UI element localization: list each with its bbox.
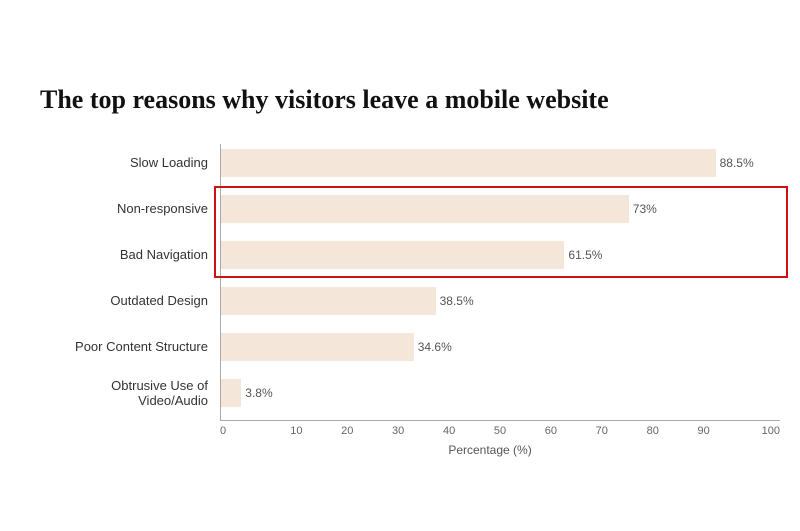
x-tick: 70 xyxy=(576,425,627,437)
bar-fill xyxy=(220,379,241,407)
x-tick: 30 xyxy=(373,425,424,437)
bar-label: Bad Navigation xyxy=(40,247,220,262)
bar-fill xyxy=(220,241,564,269)
bar-value: 73% xyxy=(633,202,657,216)
bar-value: 88.5% xyxy=(720,156,754,170)
bar-row: Bad Navigation 61.5% xyxy=(40,236,760,274)
x-tick: 0 xyxy=(220,425,271,437)
bar-track: 3.8% xyxy=(220,379,760,407)
bar-value: 61.5% xyxy=(568,248,602,262)
x-axis-labels: 0102030405060708090100 xyxy=(220,425,780,437)
bar-row: Slow Loading 88.5% xyxy=(40,144,760,182)
x-tick: 10 xyxy=(271,425,322,437)
bar-fill xyxy=(220,149,716,177)
x-tick: 90 xyxy=(678,425,729,437)
x-tick: 80 xyxy=(627,425,678,437)
x-tick: 50 xyxy=(475,425,526,437)
bar-value: 3.8% xyxy=(245,386,272,400)
bars-wrapper: Slow Loading 88.5% Non-responsive 73% Bad Na… xyxy=(40,144,760,412)
bar-row: Poor Content Structure 34.6% xyxy=(40,328,760,366)
x-tick: 20 xyxy=(322,425,373,437)
x-tick: 60 xyxy=(525,425,576,437)
bar-track: 38.5% xyxy=(220,287,760,315)
bar-label: Slow Loading xyxy=(40,155,220,170)
bar-fill xyxy=(220,333,414,361)
bar-label: Non-responsive xyxy=(40,201,220,216)
bar-track: 61.5% xyxy=(220,241,760,269)
x-tick: 100 xyxy=(729,425,780,437)
x-axis-title: Percentage (%) xyxy=(220,443,760,457)
chart-body: Slow Loading 88.5% Non-responsive 73% Bad Na… xyxy=(40,144,760,457)
y-axis-line xyxy=(220,144,221,420)
bar-label: Outdated Design xyxy=(40,293,220,308)
bar-fill xyxy=(220,195,629,223)
chart-container: The top reasons why visitors leave a mob… xyxy=(20,54,780,476)
bar-track: 73% xyxy=(220,195,760,223)
x-tick: 40 xyxy=(424,425,475,437)
bar-row: Obtrusive Use of Video/Audio 3.8% xyxy=(40,374,760,412)
bar-track: 34.6% xyxy=(220,333,760,361)
bar-row: Outdated Design 38.5% xyxy=(40,282,760,320)
bar-value: 38.5% xyxy=(440,294,474,308)
bar-fill xyxy=(220,287,436,315)
bar-row: Non-responsive 73% xyxy=(40,190,760,228)
bar-track: 88.5% xyxy=(220,149,760,177)
bar-label: Poor Content Structure xyxy=(40,339,220,354)
chart-title: The top reasons why visitors leave a mob… xyxy=(40,84,760,115)
bar-label: Obtrusive Use of Video/Audio xyxy=(40,378,220,408)
bar-value: 34.6% xyxy=(418,340,452,354)
x-axis-line xyxy=(220,420,780,421)
